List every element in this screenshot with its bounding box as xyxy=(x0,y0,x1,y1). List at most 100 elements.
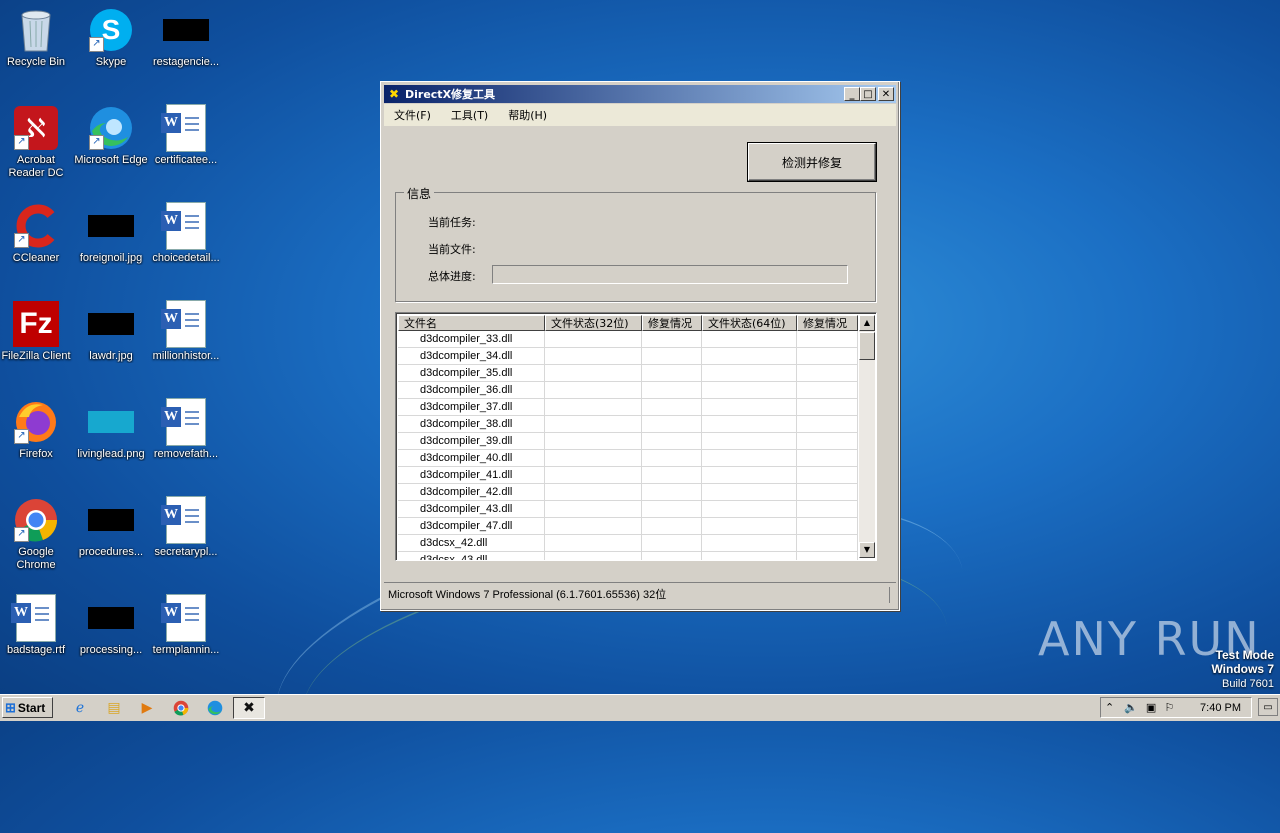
table-row[interactable]: d3dcompiler_39.dll xyxy=(398,433,858,450)
scroll-thumb[interactable] xyxy=(859,332,875,360)
desktop-icon-recycle-bin[interactable]: Recycle Bin xyxy=(0,6,74,69)
desktop-icon-choicedetail[interactable]: W choicedetail... xyxy=(148,202,224,265)
desktop-icon-label: Skype xyxy=(95,56,127,68)
column-header-repair-64[interactable]: 修复情况 xyxy=(797,315,858,331)
start-button[interactable]: ⊞ Start xyxy=(2,697,53,718)
status-cell xyxy=(797,399,858,416)
status-cell xyxy=(702,365,797,382)
column-header-status-32[interactable]: 文件状态(32位) xyxy=(545,315,642,331)
skype-icon: S ↗ xyxy=(87,6,135,54)
file-name-cell: d3dcompiler_43.dll xyxy=(398,501,545,518)
black-thumbnail xyxy=(162,6,210,54)
status-cell xyxy=(545,399,642,416)
desktop-icon-secretarypl[interactable]: W secretarypl... xyxy=(148,496,224,559)
file-name-cell: d3dcompiler_47.dll xyxy=(398,518,545,535)
table-row[interactable]: d3dcompiler_47.dll xyxy=(398,518,858,535)
list-vertical-scrollbar[interactable]: ▲ ▼ xyxy=(859,315,875,558)
title-bar[interactable]: ✖ DirectX修复工具 _ □ ✕ xyxy=(384,85,896,103)
status-cell xyxy=(545,484,642,501)
desktop-icon-label: millionhistor... xyxy=(152,350,220,362)
close-button[interactable]: ✕ xyxy=(878,87,894,101)
file-name-cell: d3dcompiler_41.dll xyxy=(398,467,545,484)
desktop-icon-acrobat[interactable]: ℵ ↗ Acrobat Reader DC xyxy=(0,104,74,180)
cyan-thumbnail xyxy=(87,398,135,446)
desktop-icon-certificatee[interactable]: W certificatee... xyxy=(148,104,224,167)
table-row[interactable]: d3dcompiler_36.dll xyxy=(398,382,858,399)
table-row[interactable]: d3dcompiler_33.dll xyxy=(398,331,858,348)
ie-icon[interactable]: ℯ xyxy=(70,698,90,718)
status-cell xyxy=(642,552,702,560)
table-row[interactable]: d3dcompiler_38.dll xyxy=(398,416,858,433)
desktop-icon-lawdr[interactable]: lawdr.jpg xyxy=(73,300,149,363)
table-row[interactable]: d3dcsx_43.dll xyxy=(398,552,858,560)
desktop-icon-procedures[interactable]: procedures... xyxy=(73,496,149,559)
table-row[interactable]: d3dcsx_42.dll xyxy=(398,535,858,552)
show-hidden-icons[interactable]: ⌃ xyxy=(1105,701,1114,714)
taskbar-directx-tool-button[interactable]: ✖ xyxy=(233,697,265,719)
resize-grip[interactable] xyxy=(889,587,894,603)
minimize-button[interactable]: _ xyxy=(844,87,860,101)
explorer-icon[interactable]: ▤ xyxy=(104,698,124,718)
desktop-icon-restagencie[interactable]: restagencie... xyxy=(148,6,224,69)
desktop-icon-firefox[interactable]: ↗ Firefox xyxy=(0,398,74,461)
status-cell xyxy=(642,484,702,501)
clock[interactable]: 7:40 PM xyxy=(1200,702,1241,714)
directx-tool-icon: ✖ xyxy=(388,87,400,101)
desktop-icon-chrome[interactable]: ↗ Google Chrome xyxy=(0,496,74,572)
status-cell xyxy=(642,450,702,467)
desktop-icon-livinglead[interactable]: livinglead.png xyxy=(73,398,149,461)
desktop-icon-termplannin[interactable]: W termplannin... xyxy=(148,594,224,657)
column-header-status-64[interactable]: 文件状态(64位) xyxy=(702,315,797,331)
desktop-icon-edge[interactable]: ↗ Microsoft Edge xyxy=(73,104,149,167)
status-cell xyxy=(797,552,858,560)
menu-tools[interactable]: 工具(T) xyxy=(441,107,498,123)
network-icon[interactable]: ▣ xyxy=(1146,701,1156,714)
desktop-icon-label: choicedetail... xyxy=(152,252,220,264)
status-cell xyxy=(702,552,797,560)
volume-icon[interactable]: 🔈 xyxy=(1124,701,1138,714)
desktop-icon-label: FileZilla Client xyxy=(1,350,71,362)
file-list[interactable]: 文件名 文件状态(32位) 修复情况 文件状态(64位) 修复情况 d3dcom… xyxy=(395,312,877,561)
show-desktop-button[interactable]: ▭ xyxy=(1258,698,1278,716)
word-doc-icon: W xyxy=(161,104,210,152)
status-cell xyxy=(642,399,702,416)
desktop-icon-processing[interactable]: processing... xyxy=(73,594,149,657)
desktop-icon-foreignoil[interactable]: foreignoil.jpg xyxy=(73,202,149,265)
desktop-icon-filezilla[interactable]: Fz FileZilla Client xyxy=(0,300,74,363)
table-row[interactable]: d3dcompiler_34.dll xyxy=(398,348,858,365)
file-name-cell: d3dcompiler_36.dll xyxy=(398,382,545,399)
table-row[interactable]: d3dcompiler_41.dll xyxy=(398,467,858,484)
scroll-up-icon[interactable]: ▲ xyxy=(859,315,875,331)
file-list-rows: d3dcompiler_33.dll d3dcompiler_34.dll d3dc… xyxy=(398,331,858,560)
desktop-icon-millionhistor[interactable]: W millionhistor... xyxy=(148,300,224,363)
desktop-icon-label: CCleaner xyxy=(12,252,60,264)
menu-help[interactable]: 帮助(H) xyxy=(498,107,557,123)
detect-and-repair-button[interactable]: 检测并修复 xyxy=(747,142,877,182)
status-cell xyxy=(545,331,642,348)
table-row[interactable]: d3dcompiler_35.dll xyxy=(398,365,858,382)
column-header-filename[interactable]: 文件名 xyxy=(398,315,545,331)
desktop-icon-label: certificatee... xyxy=(154,154,218,166)
table-row[interactable]: d3dcompiler_43.dll xyxy=(398,501,858,518)
chrome-icon[interactable] xyxy=(171,698,191,718)
column-header-repair-32[interactable]: 修复情况 xyxy=(642,315,702,331)
table-row[interactable]: d3dcompiler_40.dll xyxy=(398,450,858,467)
media-player-icon[interactable]: ▶ xyxy=(137,698,157,718)
edge-icon[interactable] xyxy=(205,698,225,718)
word-doc-icon: W xyxy=(161,300,210,348)
scroll-down-icon[interactable]: ▼ xyxy=(859,542,875,558)
word-doc-icon: W xyxy=(161,398,210,446)
overall-progress-bar xyxy=(492,265,848,284)
desktop-icon-badstage[interactable]: W badstage.rtf xyxy=(0,594,74,657)
table-row[interactable]: d3dcompiler_37.dll xyxy=(398,399,858,416)
status-cell xyxy=(797,484,858,501)
desktop-icon-removefath[interactable]: W removefath... xyxy=(148,398,224,461)
menu-file[interactable]: 文件(F) xyxy=(384,107,441,123)
desktop-icon-skype[interactable]: S ↗ Skype xyxy=(73,6,149,69)
acrobat-icon: ℵ ↗ xyxy=(12,104,60,152)
table-row[interactable]: d3dcompiler_42.dll xyxy=(398,484,858,501)
action-center-flag-icon[interactable]: ⚐ xyxy=(1164,701,1174,714)
status-cell xyxy=(545,518,642,535)
maximize-button[interactable]: □ xyxy=(860,87,876,101)
desktop-icon-ccleaner[interactable]: ↗ CCleaner xyxy=(0,202,74,265)
